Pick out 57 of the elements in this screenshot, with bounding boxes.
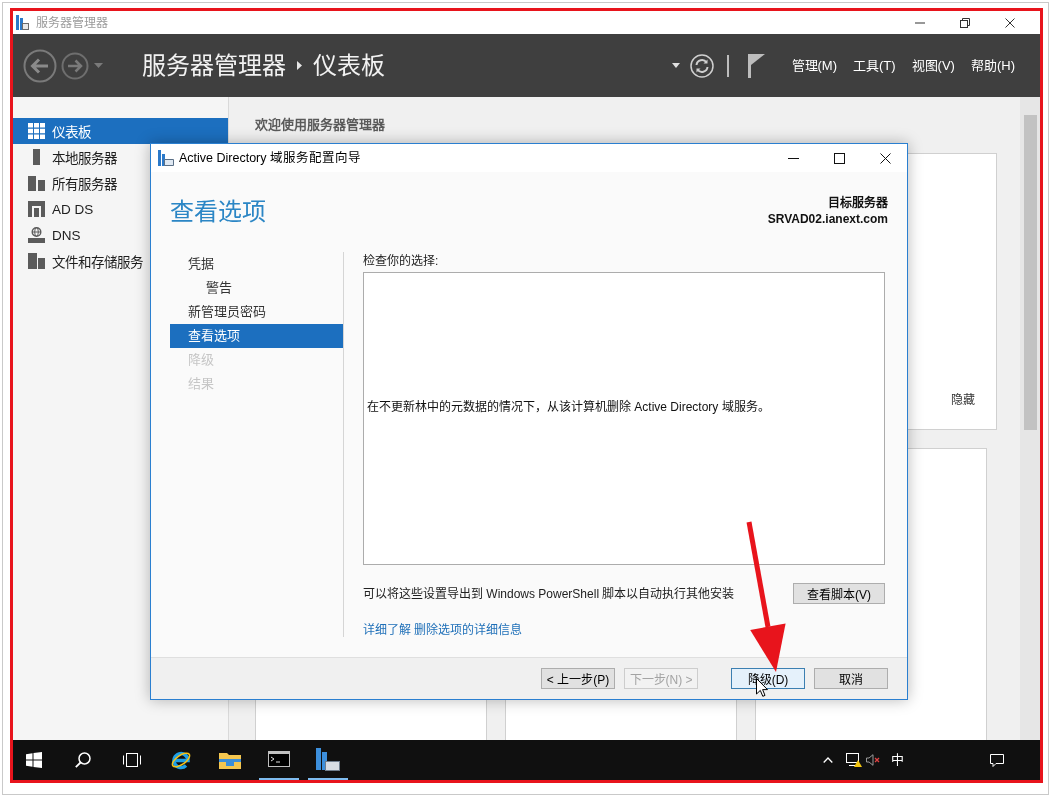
sidebar-item[interactable]: 所有服务器: [13, 170, 228, 196]
back-icon[interactable]: [23, 48, 57, 83]
start-icon[interactable]: [26, 752, 42, 768]
wizard-step[interactable]: 查看选项: [170, 324, 343, 348]
review-box[interactable]: 在不更新林中的元数据的情况下，从该计算机删除 Active Directory 域服务。: [363, 272, 885, 565]
review-label: 检查你的选择:: [363, 253, 440, 270]
task-view-icon[interactable]: [123, 753, 141, 767]
back-button[interactable]: < 上一步(P): [541, 668, 615, 689]
export-note: 可以将这些设置导出到 Windows PowerShell 脚本以自动执行其他安装: [363, 586, 735, 601]
review-text: 在不更新林中的元数据的情况下，从该计算机删除 Active Directory 域服务。: [367, 400, 770, 414]
refresh-icon[interactable]: [689, 53, 714, 78]
menu-item[interactable]: 工具(T): [853, 56, 896, 75]
wizard-icon: [158, 150, 174, 166]
network-icon[interactable]: [846, 753, 862, 767]
target-server-name: SRVAD02.ianext.com: [767, 211, 888, 227]
cancel-button[interactable]: 取消: [814, 668, 888, 689]
folders-icon: [28, 253, 45, 269]
input-method-indicator[interactable]: 中: [891, 751, 904, 769]
breadcrumb-separator-icon: [297, 61, 302, 70]
hide-link[interactable]: 隐藏: [951, 392, 975, 408]
forward-icon[interactable]: [61, 51, 89, 80]
speaker-muted-icon[interactable]: [866, 754, 880, 766]
wizard-step[interactable]: 警告: [170, 276, 343, 300]
window-title: 服务器管理器: [36, 14, 108, 31]
notification-icon[interactable]: [990, 753, 1004, 767]
view-script-button[interactable]: 查看脚本(V): [793, 583, 885, 604]
dialog-title: Active Directory 域服务配置向导: [179, 150, 361, 166]
close-icon[interactable]: [1005, 17, 1015, 28]
more-info-link[interactable]: 详细了解 删除选项的详细信息: [363, 623, 523, 637]
welcome-heading: 欢迎使用服务器管理器: [255, 116, 386, 134]
caret-icon[interactable]: [671, 63, 680, 68]
terminal-icon[interactable]: [268, 751, 290, 767]
breadcrumb-item[interactable]: 服务器管理器: [142, 50, 286, 81]
browser-icon[interactable]: [170, 749, 192, 771]
folder-icon[interactable]: [219, 751, 241, 769]
globe-server-icon: [28, 227, 45, 243]
target-server-label: 目标服务器: [827, 195, 888, 211]
server-manager-icon[interactable]: [316, 747, 340, 771]
minimize-icon[interactable]: [788, 157, 799, 159]
flag-icon[interactable]: [747, 53, 765, 78]
building-icon: [28, 201, 45, 217]
maximize-icon[interactable]: [834, 152, 845, 164]
close-icon[interactable]: [880, 152, 891, 164]
menu-item[interactable]: 管理(M): [791, 56, 837, 75]
wizard-step[interactable]: 新管理员密码: [170, 300, 343, 324]
menu-item[interactable]: 视图(V): [911, 56, 955, 75]
server-manager-icon: [16, 15, 29, 30]
sidebar-item[interactable]: 仪表板: [13, 118, 228, 144]
servers-icon: [28, 175, 45, 191]
scrollbar-thumb[interactable]: [1023, 115, 1037, 430]
menu-item[interactable]: 帮助(H): [970, 56, 1015, 75]
search-icon[interactable]: [75, 752, 91, 768]
chevron-up-icon[interactable]: [823, 757, 833, 763]
breadcrumb-item: 仪表板: [313, 50, 385, 81]
grid-icon: [28, 123, 45, 139]
restore-icon[interactable]: [960, 17, 970, 28]
wizard-step[interactable]: 凭据: [170, 252, 343, 276]
